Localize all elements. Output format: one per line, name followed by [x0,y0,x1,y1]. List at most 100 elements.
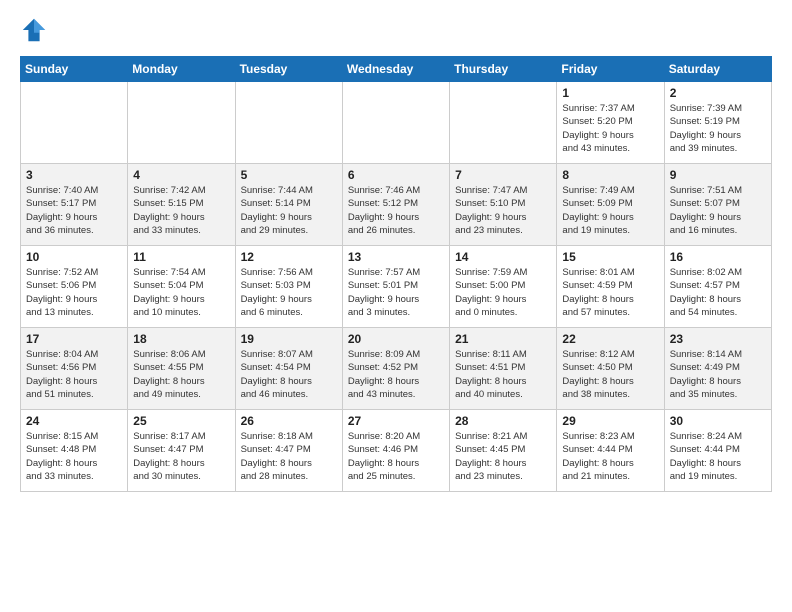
calendar-cell: 18 Sunrise: 8:06 AMSunset: 4:55 PMDayligh… [128,328,235,410]
calendar-cell: 2Sunrise: 7:39 AMSunset: 5:19 PMDaylight… [664,82,771,164]
day-number: 6 [348,168,444,182]
day-number: 1 [562,86,658,100]
day-detail: Sunrise: 8:12 AMSunset: 4:50 PMDaylight:… [562,348,658,401]
day-number: 10 [26,250,122,264]
calendar-cell [450,82,557,164]
calendar-cell: 1 Sunrise: 7:37 AMSunset: 5:20 PMDaylight… [557,82,664,164]
calendar-cell: 19 Sunrise: 8:07 AMSunset: 4:54 PMDayligh… [235,328,342,410]
calendar-cell: 28 Sunrise: 8:21 AMSunset: 4:45 PMDayligh… [450,410,557,492]
day-number: 20 [348,332,444,346]
calendar-cell: 27 Sunrise: 8:20 AMSunset: 4:46 PMDayligh… [342,410,449,492]
day-detail: Sunrise: 8:02 AMSunset: 4:57 PMDaylight:… [670,266,766,319]
day-detail: Sunrise: 8:14 AMSunset: 4:49 PMDaylight:… [670,348,766,401]
calendar-cell [342,82,449,164]
page: SundayMondayTuesdayWednesdayThursdayFrid… [0,0,792,508]
calendar-cell: 25 Sunrise: 8:17 AMSunset: 4:47 PMDayligh… [128,410,235,492]
day-detail: Sunrise: 7:40 AMSunset: 5:17 PMDaylight:… [26,184,122,237]
calendar-cell: 7Sunrise: 7:47 AMSunset: 5:10 PMDaylight… [450,164,557,246]
calendar-cell: 10Sunrise: 7:52 AMSunset: 5:06 PMDayligh… [21,246,128,328]
calendar-cell: 5 Sunrise: 7:44 AMSunset: 5:14 PMDaylight… [235,164,342,246]
day-number: 25 [133,414,229,428]
day-number: 15 [562,250,658,264]
day-detail: Sunrise: 7:37 AMSunset: 5:20 PMDaylight:… [562,102,658,155]
calendar-cell: 6 Sunrise: 7:46 AMSunset: 5:12 PMDaylight… [342,164,449,246]
day-number: 5 [241,168,337,182]
calendar-cell: 21 Sunrise: 8:11 AMSunset: 4:51 PMDayligh… [450,328,557,410]
day-number: 12 [241,250,337,264]
day-number: 28 [455,414,551,428]
day-detail: Sunrise: 7:51 AMSunset: 5:07 PMDaylight:… [670,184,766,237]
day-detail: Sunrise: 7:54 AMSunset: 5:04 PMDaylight:… [133,266,229,319]
day-detail: Sunrise: 7:59 AMSunset: 5:00 PMDaylight:… [455,266,551,319]
day-detail: Sunrise: 7:56 AMSunset: 5:03 PMDaylight:… [241,266,337,319]
calendar-table: SundayMondayTuesdayWednesdayThursdayFrid… [20,56,772,492]
day-number: 16 [670,250,766,264]
calendar-cell: 17 Sunrise: 8:04 AMSunset: 4:56 PMDayligh… [21,328,128,410]
calendar-cell: 22Sunrise: 8:12 AMSunset: 4:50 PMDayligh… [557,328,664,410]
calendar-cell: 15 Sunrise: 8:01 AMSunset: 4:59 PMDayligh… [557,246,664,328]
calendar-cell [235,82,342,164]
calendar-cell: 11 Sunrise: 7:54 AMSunset: 5:04 PMDayligh… [128,246,235,328]
day-detail: Sunrise: 8:11 AMSunset: 4:51 PMDaylight:… [455,348,551,401]
day-detail: Sunrise: 8:21 AMSunset: 4:45 PMDaylight:… [455,430,551,483]
day-detail: Sunrise: 8:20 AMSunset: 4:46 PMDaylight:… [348,430,444,483]
day-detail: Sunrise: 8:06 AMSunset: 4:55 PMDaylight:… [133,348,229,401]
day-number: 29 [562,414,658,428]
calendar-cell: 8Sunrise: 7:49 AMSunset: 5:09 PMDaylight… [557,164,664,246]
calendar-header-row: SundayMondayTuesdayWednesdayThursdayFrid… [21,57,772,82]
calendar-week-2: 10Sunrise: 7:52 AMSunset: 5:06 PMDayligh… [21,246,772,328]
day-detail: Sunrise: 8:24 AMSunset: 4:44 PMDaylight:… [670,430,766,483]
col-header-sunday: Sunday [21,57,128,82]
col-header-friday: Friday [557,57,664,82]
day-detail: Sunrise: 7:49 AMSunset: 5:09 PMDaylight:… [562,184,658,237]
day-detail: Sunrise: 8:04 AMSunset: 4:56 PMDaylight:… [26,348,122,401]
col-header-monday: Monday [128,57,235,82]
day-detail: Sunrise: 8:18 AMSunset: 4:47 PMDaylight:… [241,430,337,483]
col-header-thursday: Thursday [450,57,557,82]
calendar-cell: 20 Sunrise: 8:09 AMSunset: 4:52 PMDayligh… [342,328,449,410]
day-number: 19 [241,332,337,346]
day-number: 23 [670,332,766,346]
day-number: 11 [133,250,229,264]
calendar-cell: 16 Sunrise: 8:02 AMSunset: 4:57 PMDayligh… [664,246,771,328]
calendar-week-0: 1 Sunrise: 7:37 AMSunset: 5:20 PMDaylight… [21,82,772,164]
logo [20,16,52,44]
calendar-cell: 4Sunrise: 7:42 AMSunset: 5:15 PMDaylight… [128,164,235,246]
day-number: 14 [455,250,551,264]
calendar-cell [128,82,235,164]
day-detail: Sunrise: 8:07 AMSunset: 4:54 PMDaylight:… [241,348,337,401]
day-detail: Sunrise: 7:57 AMSunset: 5:01 PMDaylight:… [348,266,444,319]
day-detail: Sunrise: 7:44 AMSunset: 5:14 PMDaylight:… [241,184,337,237]
logo-icon [20,16,48,44]
day-number: 17 [26,332,122,346]
day-number: 24 [26,414,122,428]
calendar-cell: 30 Sunrise: 8:24 AMSunset: 4:44 PMDayligh… [664,410,771,492]
calendar-cell [21,82,128,164]
day-number: 4 [133,168,229,182]
calendar-cell: 26Sunrise: 8:18 AMSunset: 4:47 PMDayligh… [235,410,342,492]
col-header-wednesday: Wednesday [342,57,449,82]
day-detail: Sunrise: 7:46 AMSunset: 5:12 PMDaylight:… [348,184,444,237]
calendar-cell: 13Sunrise: 7:57 AMSunset: 5:01 PMDayligh… [342,246,449,328]
day-number: 9 [670,168,766,182]
day-number: 3 [26,168,122,182]
calendar-cell: 14 Sunrise: 7:59 AMSunset: 5:00 PMDayligh… [450,246,557,328]
day-number: 21 [455,332,551,346]
col-header-tuesday: Tuesday [235,57,342,82]
calendar-cell: 9 Sunrise: 7:51 AMSunset: 5:07 PMDaylight… [664,164,771,246]
calendar-week-3: 17 Sunrise: 8:04 AMSunset: 4:56 PMDayligh… [21,328,772,410]
day-detail: Sunrise: 8:15 AMSunset: 4:48 PMDaylight:… [26,430,122,483]
day-number: 27 [348,414,444,428]
calendar-week-4: 24 Sunrise: 8:15 AMSunset: 4:48 PMDayligh… [21,410,772,492]
day-detail: Sunrise: 8:09 AMSunset: 4:52 PMDaylight:… [348,348,444,401]
calendar-cell: 24 Sunrise: 8:15 AMSunset: 4:48 PMDayligh… [21,410,128,492]
day-number: 30 [670,414,766,428]
day-detail: Sunrise: 8:23 AMSunset: 4:44 PMDaylight:… [562,430,658,483]
calendar-cell: 12 Sunrise: 7:56 AMSunset: 5:03 PMDayligh… [235,246,342,328]
col-header-saturday: Saturday [664,57,771,82]
day-detail: Sunrise: 8:01 AMSunset: 4:59 PMDaylight:… [562,266,658,319]
calendar-week-1: 3 Sunrise: 7:40 AMSunset: 5:17 PMDaylight… [21,164,772,246]
day-detail: Sunrise: 8:17 AMSunset: 4:47 PMDaylight:… [133,430,229,483]
day-number: 18 [133,332,229,346]
calendar-cell: 23 Sunrise: 8:14 AMSunset: 4:49 PMDayligh… [664,328,771,410]
